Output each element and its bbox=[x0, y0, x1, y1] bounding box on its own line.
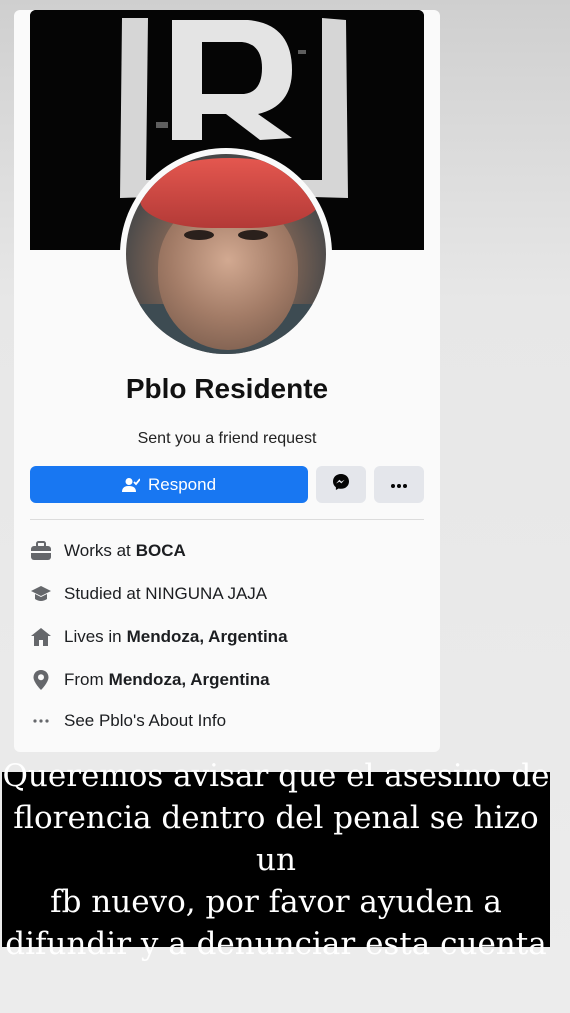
briefcase-icon bbox=[30, 540, 52, 562]
info-lives: Lives in Mendoza, Argentina bbox=[30, 625, 288, 649]
caption-line: Queremos avisar que el asesino de bbox=[2, 757, 550, 794]
study-text: Studied at NINGUNA JAJA bbox=[64, 584, 268, 603]
story-caption: Queremos avisar que el asesino de floren… bbox=[2, 758, 550, 962]
work-prefix: Works at bbox=[64, 541, 131, 560]
person-icon bbox=[121, 477, 140, 493]
more-icon bbox=[390, 476, 408, 494]
profile-avatar[interactable] bbox=[120, 148, 332, 360]
work-place-link[interactable]: BOCA bbox=[136, 541, 186, 561]
location-pin-icon bbox=[30, 669, 52, 691]
info-about[interactable]: See Pblo's About Info bbox=[30, 709, 226, 733]
info-work: Works at BOCA bbox=[30, 539, 186, 563]
messenger-icon bbox=[332, 473, 350, 496]
from-prefix: From bbox=[64, 670, 104, 689]
friend-request-text: Sent you a friend request bbox=[137, 430, 317, 447]
caption-line: difundir y a denunciar esta cuenta bbox=[5, 925, 547, 962]
more-options-button[interactable] bbox=[374, 466, 424, 503]
profile-card: Pblo Residente Sent you a friend request… bbox=[14, 10, 440, 752]
divider bbox=[30, 519, 424, 520]
message-button[interactable] bbox=[316, 466, 366, 503]
ellipsis-icon bbox=[30, 710, 52, 732]
lives-place-link[interactable]: Mendoza, Argentina bbox=[127, 627, 288, 647]
respond-label: Respond bbox=[147, 474, 217, 494]
caption-line: florencia dentro del penal se hizo un bbox=[13, 799, 539, 878]
lives-prefix: Lives in bbox=[64, 627, 122, 646]
respond-button[interactable]: Respond bbox=[30, 466, 308, 503]
home-icon bbox=[30, 626, 52, 648]
from-place-link[interactable]: Mendoza, Argentina bbox=[109, 670, 270, 690]
about-info-link[interactable]: See Pblo's About Info bbox=[64, 711, 226, 731]
avatar-photo bbox=[126, 154, 326, 354]
graduation-cap-icon bbox=[30, 583, 52, 605]
profile-name: Pblo Residente bbox=[125, 373, 329, 404]
info-from: From Mendoza, Argentina bbox=[30, 668, 270, 692]
caption-line: fb nuevo, por favor ayuden a bbox=[50, 883, 502, 920]
info-study: Studied at NINGUNA JAJA bbox=[30, 582, 267, 606]
